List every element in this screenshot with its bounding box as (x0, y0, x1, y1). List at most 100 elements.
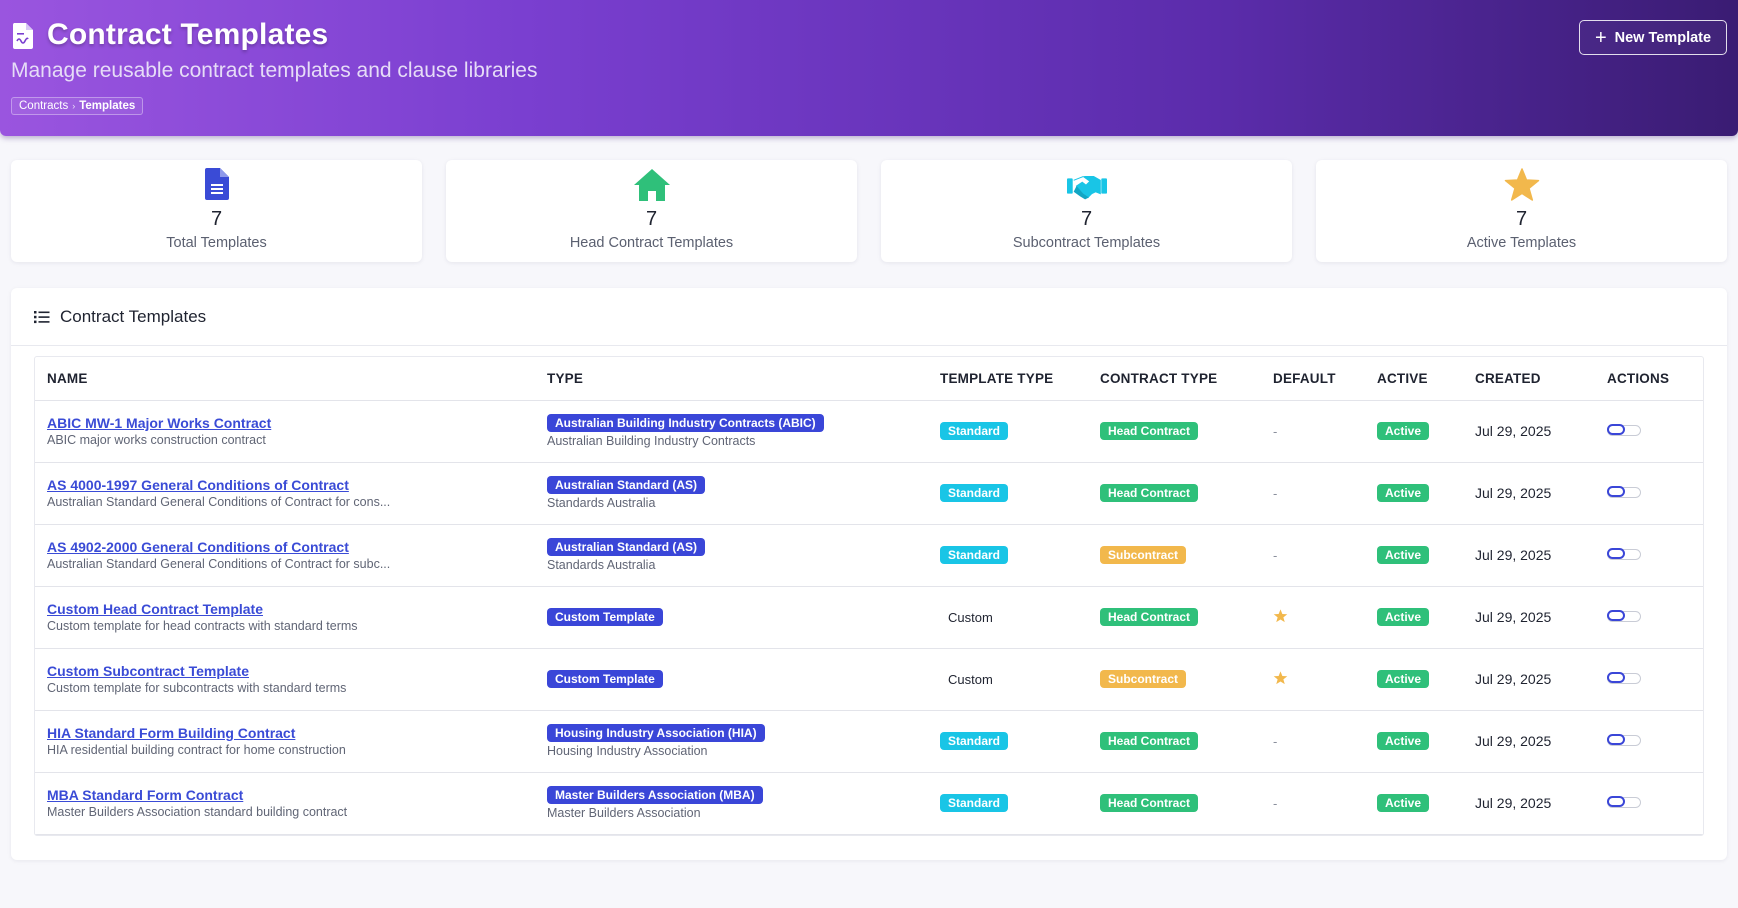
type-badge: Australian Standard (AS) (547, 538, 706, 556)
template-type-badge: Standard (940, 484, 1009, 502)
breadcrumb-templates: Templates (79, 100, 136, 112)
active-badge: Active (1377, 484, 1430, 502)
panel-header: Contract Templates (11, 288, 1727, 346)
stat-value: 7 (210, 208, 223, 230)
column-header-template-type[interactable]: TEMPLATE TYPE (928, 357, 1088, 401)
cell-template-type: Standard (928, 710, 1088, 772)
column-header-default[interactable]: DEFAULT (1261, 357, 1365, 401)
created-date: Jul 29, 2025 (1475, 733, 1552, 749)
cell-name: Custom Subcontract Template Custom templ… (35, 648, 535, 710)
cell-actions (1595, 648, 1703, 710)
template-description: Australian Standard General Conditions o… (47, 557, 391, 571)
template-description: Custom template for subcontracts with st… (47, 681, 347, 695)
cell-name: MBA Standard Form Contract Master Builde… (35, 772, 535, 834)
stat-label: Head Contract Templates (569, 235, 734, 251)
cell-contract-type: Head Contract (1088, 586, 1261, 648)
created-date: Jul 29, 2025 (1475, 547, 1552, 563)
cell-active: Active (1365, 710, 1463, 772)
cell-template-type: Custom (928, 648, 1088, 710)
cell-default: - (1261, 710, 1365, 772)
template-name-link[interactable]: ABIC MW-1 Major Works Contract (47, 415, 535, 431)
template-description: Master Builders Association standard bui… (47, 805, 348, 819)
new-template-button[interactable]: + New Template (1579, 20, 1727, 55)
contract-type-badge: Head Contract (1100, 732, 1199, 750)
stat-card-active: 7 Active Templates (1316, 160, 1727, 262)
cell-active: Active (1365, 462, 1463, 524)
contract-type-badge: Head Contract (1100, 608, 1199, 626)
cell-type: Australian Standard (AS) Standards Austr… (535, 462, 928, 524)
breadcrumb-contracts[interactable]: Contracts (19, 100, 68, 112)
breadcrumb-separator-icon: › (72, 101, 76, 111)
type-badge: Australian Standard (AS) (547, 476, 706, 494)
active-toggle[interactable] (1606, 672, 1641, 684)
template-name-link[interactable]: AS 4000-1997 General Conditions of Contr… (47, 477, 535, 493)
active-badge: Active (1377, 422, 1430, 440)
default-empty: - (1273, 795, 1278, 811)
column-header-type[interactable]: TYPE (535, 357, 928, 401)
cell-type: Custom Template (535, 586, 928, 648)
cell-active: Active (1365, 648, 1463, 710)
type-description: Master Builders Association (547, 806, 701, 820)
cell-template-type: Custom (928, 586, 1088, 648)
home-icon (632, 168, 672, 204)
cell-default (1261, 586, 1365, 648)
type-badge: Custom Template (547, 670, 663, 688)
table-row: HIA Standard Form Building Contract HIA … (35, 710, 1703, 772)
page-header: Contract Templates Manage reusable contr… (0, 0, 1738, 136)
page-subtitle: Manage reusable contract templates and c… (11, 59, 538, 82)
cell-name: HIA Standard Form Building Contract HIA … (35, 710, 535, 772)
active-badge: Active (1377, 546, 1430, 564)
cell-created: Jul 29, 2025 (1463, 462, 1595, 524)
page-title: Contract Templates (47, 18, 329, 51)
stat-card-head-contract: 7 Head Contract Templates (446, 160, 857, 262)
cell-created: Jul 29, 2025 (1463, 400, 1595, 462)
template-type-text: Custom (948, 671, 993, 687)
cell-template-type: Standard (928, 772, 1088, 834)
active-toggle[interactable] (1606, 486, 1641, 498)
contract-type-badge: Head Contract (1100, 794, 1199, 812)
cell-type: Australian Building Industry Contracts (… (535, 400, 928, 462)
column-header-actions: ACTIONS (1595, 357, 1703, 401)
templates-table: NAME TYPE TEMPLATE TYPE CONTRACT TYPE DE… (34, 356, 1704, 836)
created-date: Jul 29, 2025 (1475, 423, 1552, 439)
table-header-row: NAME TYPE TEMPLATE TYPE CONTRACT TYPE DE… (35, 357, 1703, 401)
cell-contract-type: Head Contract (1088, 772, 1261, 834)
cell-default: - (1261, 462, 1365, 524)
type-badge: Custom Template (547, 608, 663, 626)
contract-type-badge: Subcontract (1100, 546, 1187, 564)
active-toggle[interactable] (1606, 548, 1641, 560)
templates-panel: Contract Templates NAME TYPE TEMPLATE TY… (11, 288, 1727, 860)
template-name-link[interactable]: HIA Standard Form Building Contract (47, 725, 535, 741)
column-header-contract-type[interactable]: CONTRACT TYPE (1088, 357, 1261, 401)
template-name-link[interactable]: Custom Subcontract Template (47, 663, 535, 679)
active-toggle[interactable] (1606, 734, 1641, 746)
cell-default: - (1261, 400, 1365, 462)
type-description: Australian Building Industry Contracts (547, 434, 756, 448)
default-empty: - (1273, 547, 1278, 563)
active-toggle[interactable] (1606, 424, 1641, 436)
type-description: Standards Australia (547, 558, 656, 572)
cell-contract-type: Head Contract (1088, 400, 1261, 462)
contract-type-badge: Head Contract (1100, 484, 1199, 502)
template-name-link[interactable]: Custom Head Contract Template (47, 601, 535, 617)
active-toggle[interactable] (1606, 610, 1641, 622)
stat-value: 7 (1080, 208, 1093, 230)
table-row: MBA Standard Form Contract Master Builde… (35, 772, 1703, 834)
column-header-created[interactable]: CREATED (1463, 357, 1595, 401)
list-icon (34, 310, 50, 323)
created-date: Jul 29, 2025 (1475, 485, 1552, 501)
stat-card-total: 7 Total Templates (11, 160, 422, 262)
column-header-name[interactable]: NAME (35, 357, 535, 401)
default-empty: - (1273, 485, 1278, 501)
template-name-link[interactable]: MBA Standard Form Contract (47, 787, 535, 803)
default-empty: - (1273, 733, 1278, 749)
type-badge: Housing Industry Association (HIA) (547, 724, 765, 742)
cell-active: Active (1365, 524, 1463, 586)
column-header-active[interactable]: ACTIVE (1365, 357, 1463, 401)
cell-default: - (1261, 772, 1365, 834)
created-date: Jul 29, 2025 (1475, 609, 1552, 625)
active-toggle[interactable] (1606, 796, 1641, 808)
stat-value: 7 (645, 208, 658, 230)
template-name-link[interactable]: AS 4902-2000 General Conditions of Contr… (47, 539, 535, 555)
cell-actions (1595, 462, 1703, 524)
